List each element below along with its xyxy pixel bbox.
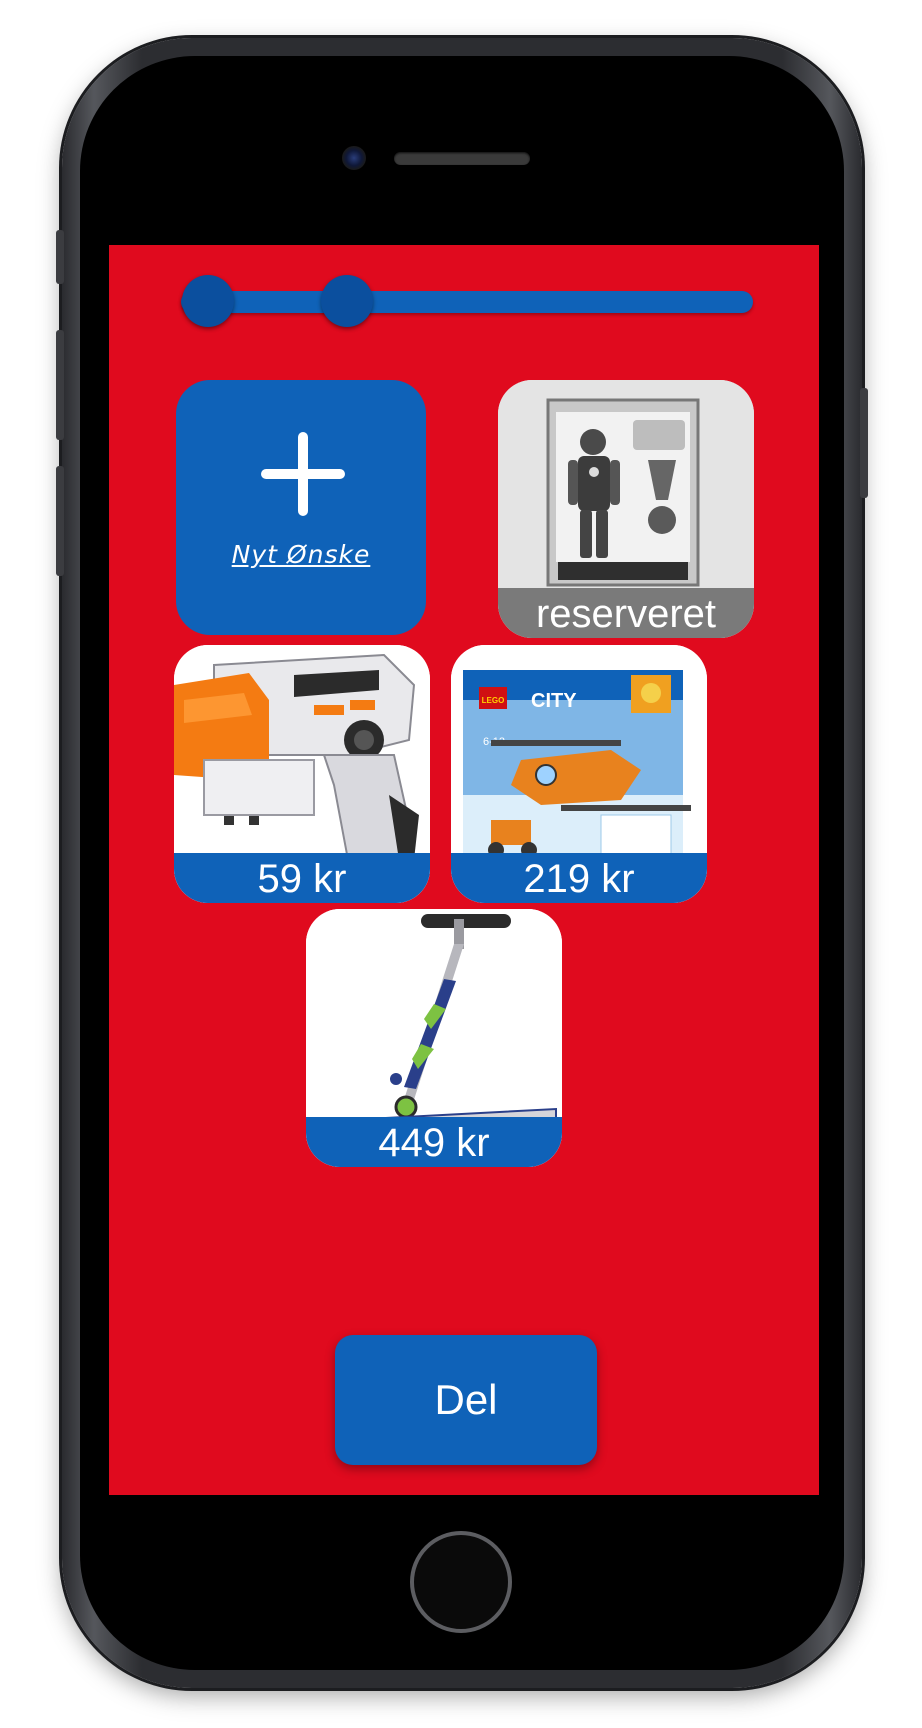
plus-icon [261,432,345,516]
slider-knob-end[interactable] [321,275,373,327]
price-label: 449 kr [306,1117,562,1167]
earpiece-speaker [394,152,530,165]
price-label: 219 kr [451,853,707,903]
svg-text:CITY: CITY [531,690,577,712]
progress-slider-track[interactable] [181,291,753,313]
front-camera [342,146,366,170]
price-label: 59 kr [174,853,430,903]
volume-down-button [56,466,64,576]
home-button[interactable] [410,1531,512,1633]
share-button[interactable]: Del [335,1335,597,1465]
slider-knob-start[interactable] [182,275,234,327]
wish-item-blaster[interactable]: 59 kr [174,645,430,903]
new-wish-label: Nyt Ønske [231,540,371,569]
power-button [860,388,868,498]
app-screen: Nyt Ønske reserveret 59 kr LEGO CITY 219… [109,245,819,1495]
reserved-badge: reserveret [498,588,754,638]
wish-item-lego[interactable]: LEGO CITY 6-12 219 kr [451,645,707,903]
wish-item-avengers[interactable]: reserveret [498,380,754,638]
volume-up-button [56,330,64,440]
mute-switch [56,230,64,284]
new-wish-button[interactable]: Nyt Ønske [176,380,426,635]
wish-item-scooter[interactable]: 449 kr [306,909,562,1167]
svg-text:LEGO: LEGO [482,696,505,705]
